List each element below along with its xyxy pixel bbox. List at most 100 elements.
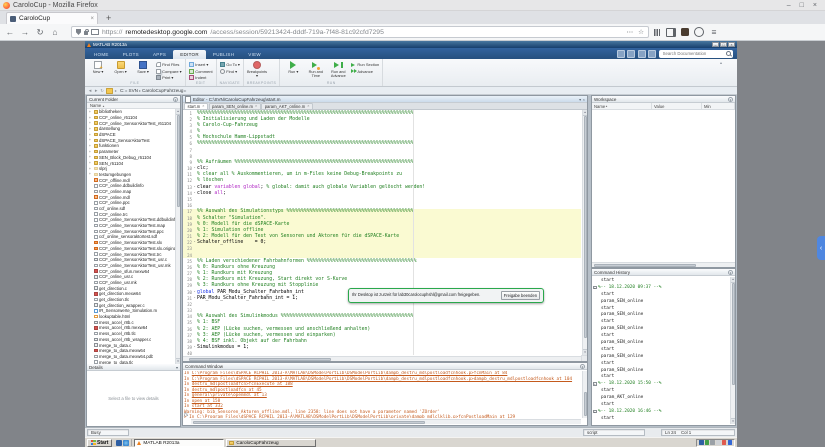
toolbar-button-go-to[interactable]: Go To ▾ (220, 62, 240, 67)
collapse-node-icon[interactable]: + (593, 382, 597, 386)
reload-icon[interactable]: ↻ (35, 27, 45, 38)
history-command[interactable]: start (592, 318, 730, 325)
expand-icon[interactable]: + (89, 138, 92, 142)
menu-icon[interactable]: ≡ (709, 27, 719, 37)
file-row[interactable]: CCF_online_SensorAktorTest.slx (87, 240, 175, 246)
panel-menu-icon[interactable]: ▾ (173, 97, 178, 102)
workspace-column-value[interactable]: Value (652, 103, 702, 109)
forward-icon[interactable]: → (20, 27, 30, 37)
file-row[interactable]: CCF_online_SensorAktorTest.ppc (87, 228, 175, 234)
scrollbar-thumb[interactable] (732, 283, 735, 385)
quick-launch-globe-icon[interactable] (123, 440, 129, 446)
expand-icon[interactable]: + (89, 172, 92, 176)
stack-link[interactable]: destru_mdlpostloadfcn at 45 (192, 388, 262, 393)
window-maximize-icon[interactable]: □ (800, 2, 804, 9)
toolbar-button-save[interactable]: Save ▾ (133, 60, 153, 80)
expand-icon[interactable]: + (89, 144, 92, 148)
start-button[interactable]: Start (87, 439, 112, 447)
editor-vscrollbar[interactable]: ▲ ▼ (582, 110, 587, 355)
nav-back-icon[interactable]: ◄ (88, 88, 92, 93)
file-row[interactable]: CCF_online_SensorAktorTest.ddbuildinfo (87, 217, 175, 223)
close-tab-icon[interactable]: × (255, 104, 257, 108)
command-window-hscrollbar[interactable] (191, 419, 581, 424)
toolbar-button-run-and-time[interactable]: Run and Time (306, 60, 326, 80)
matlab-restore-icon[interactable]: □ (720, 42, 727, 47)
file-list-scrollbar[interactable]: ▲ ▼ (175, 109, 180, 364)
tracking-shield-icon[interactable] (76, 29, 81, 35)
taskbar-button-matlab-r2013a[interactable]: MATLAB R2013a (134, 439, 224, 447)
details-header[interactable]: Details ▾ (87, 364, 180, 371)
window-minimize-icon[interactable]: – (787, 2, 791, 9)
expand-icon[interactable]: + (89, 127, 92, 131)
history-command[interactable]: start (592, 401, 730, 408)
home-icon[interactable]: ⌂ (50, 27, 60, 37)
history-command[interactable]: param_AKT_online (592, 394, 730, 401)
history-command[interactable]: start (592, 373, 730, 380)
history-command[interactable]: start (592, 332, 730, 339)
expand-icon[interactable]: + (89, 133, 92, 137)
close-tab-icon[interactable]: × (90, 16, 94, 22)
tray-icon[interactable] (716, 440, 721, 445)
collapse-ribbon-icon[interactable]: ▴ (717, 59, 725, 66)
stack-link[interactable]: C:\Program Files\dSPACE RCPHIL 2013-A\MA… (192, 377, 572, 382)
close-tab-icon[interactable]: × (202, 104, 204, 108)
history-command[interactable]: param_SEN_online (592, 353, 730, 360)
expand-icon[interactable]: + (89, 161, 92, 165)
expand-icon[interactable]: + (89, 110, 92, 114)
expand-icon[interactable]: + (89, 116, 92, 120)
history-timestamp[interactable]: +%-- 18.12.2020 09:37 --% (592, 284, 730, 291)
profile-icon[interactable] (694, 27, 704, 37)
stack-link[interactable]: general\private\openmdl at 13 (192, 393, 267, 398)
history-command[interactable]: param_SEN_online (592, 367, 730, 374)
toolbar-button-advance[interactable]: Advance (351, 69, 379, 74)
history-scrollbar[interactable]: ▲ ▼ (730, 277, 735, 424)
toolbar-button-compare[interactable]: Compare ▾ (156, 69, 182, 74)
workspace-column-min[interactable]: Min (702, 103, 735, 109)
ribbon-tab-view[interactable]: VIEW (241, 50, 268, 59)
history-command[interactable]: start (592, 346, 730, 353)
history-command[interactable]: start (592, 387, 730, 394)
stack-link[interactable]: destru_mdlpostloadfcn>fcnExecute at 188 (192, 382, 293, 387)
file-row[interactable]: CCF_online_SensorAktorTest_usr.mk (87, 263, 175, 269)
quick-launch-icon[interactable] (116, 440, 122, 446)
stack-link[interactable]: C:\Program Files\dSPACE RCPHIL 2013-A\MA… (197, 415, 515, 418)
toolbar-button-find-files[interactable]: Find Files (156, 62, 182, 67)
toolbar-button-run-and-advance[interactable]: Run and Advance (328, 60, 348, 80)
ribbon-tab-home[interactable]: HOME (87, 50, 116, 59)
workspace-hscrollbar[interactable] (592, 262, 735, 267)
extension-icon[interactable] (681, 28, 689, 36)
tray-icon[interactable] (710, 440, 715, 445)
history-command[interactable]: param_SEN_online (592, 311, 730, 318)
matlab-minimize-icon[interactable]: – (712, 42, 719, 47)
matlab-close-icon[interactable]: × (728, 42, 735, 47)
address-bar[interactable]: https://remotedesktop.google.com/access/… (71, 26, 649, 38)
folder-icon[interactable] (106, 88, 113, 94)
panel-menu-icon[interactable]: ▾ (728, 270, 733, 275)
bookmark-star-icon[interactable]: ☆ (638, 28, 644, 36)
documentation-search[interactable] (659, 50, 733, 58)
workspace-column-name[interactable]: Name ▲ (592, 103, 652, 109)
toolbar-button-run[interactable]: Run ▾ (283, 60, 303, 80)
history-command[interactable]: param_SEN_online (592, 298, 730, 305)
tray-icon[interactable] (722, 440, 727, 445)
history-command[interactable]: start (592, 415, 730, 422)
toolbar-button-comment[interactable]: Comment (189, 69, 213, 74)
collapse-node-icon[interactable]: + (593, 286, 597, 290)
file-row[interactable]: CCF_online_SensorAktorTest_usr.c (87, 257, 175, 263)
close-tab-icon[interactable]: × (307, 104, 309, 108)
ribbon-tab-publish[interactable]: PUBLISH (206, 50, 241, 59)
collapse-node-icon[interactable]: + (593, 410, 597, 414)
browse-folder-icon[interactable]: ↻ (100, 88, 104, 93)
file-row[interactable]: CCF_online_SensorAktorTest.slx.original (87, 246, 175, 252)
editor-hscrollbar[interactable] (183, 356, 581, 361)
command-window-vscrollbar[interactable] (582, 371, 587, 418)
file-row[interactable]: CCF_online_SensorAktorTest.map (87, 223, 175, 229)
tray-icon[interactable] (728, 440, 733, 445)
expand-icon[interactable]: + (89, 167, 92, 171)
expand-icon[interactable]: + (89, 155, 92, 159)
scroll-down-icon[interactable]: ▼ (731, 418, 735, 424)
tray-icon[interactable] (705, 440, 710, 445)
taskbar-button-carolocupfahrzeug[interactable]: CaroloCupFahrzeug (226, 439, 316, 447)
nav-forward-icon[interactable]: ► (94, 88, 98, 93)
toolbar-button-find[interactable]: Find ▾ (220, 69, 240, 74)
